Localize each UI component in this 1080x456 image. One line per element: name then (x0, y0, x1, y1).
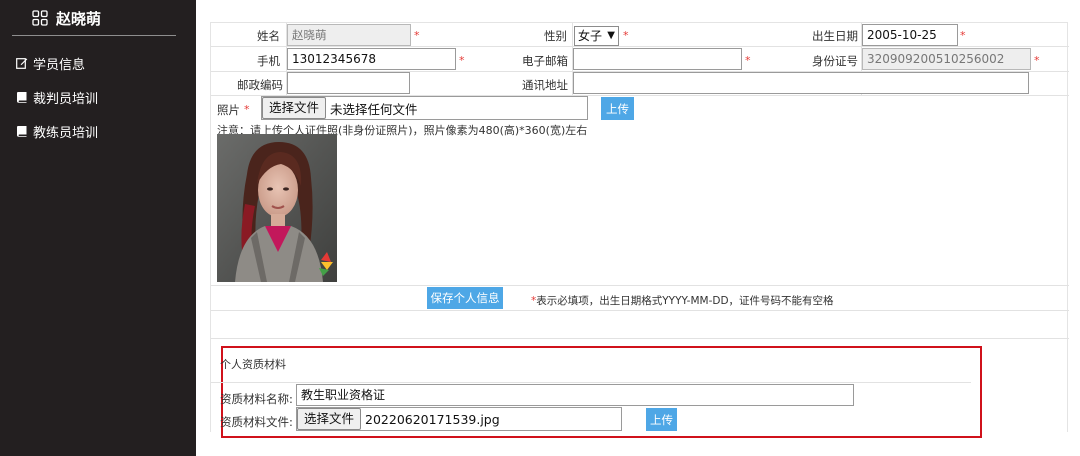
qualification-choose-file-button[interactable]: 选择文件 (297, 408, 362, 430)
qualification-section-title: 个人资质材料 (220, 358, 286, 371)
gender-label: 性别 (544, 29, 567, 43)
sidebar-item-student-info[interactable]: 学员信息 (0, 46, 196, 80)
sidebar-item-label: 裁判员培训 (33, 91, 99, 107)
gender-select[interactable]: 女子 ▼ (574, 26, 619, 46)
profile-photo-image (217, 134, 337, 282)
email-label: 电子邮箱 (522, 54, 568, 68)
required-mark: * (414, 29, 420, 42)
sidebar-item-referee-training[interactable]: 裁判员培训 (0, 80, 196, 114)
required-hint: *表示必填项，出生日期格式YYYY-MM-DD，证件号码不能有空格 (531, 293, 834, 308)
address-label: 通讯地址 (522, 78, 568, 92)
required-mark: * (960, 29, 966, 42)
id-card-label: 身份证号 (812, 54, 858, 68)
qualification-file-label: 资质材料文件: (220, 415, 293, 429)
required-mark: * (1034, 54, 1040, 67)
gender-select-value: 女子 (578, 29, 603, 43)
email-field[interactable] (573, 48, 742, 70)
sidebar: 赵晓萌 学员信息 裁判员培训 教练员培训 (0, 0, 196, 456)
hint-text: 表示必填项，出生日期格式YYYY-MM-DD，证件号码不能有空格 (536, 295, 834, 307)
required-mark: * (745, 54, 751, 67)
required-mark: * (244, 103, 250, 116)
book-icon (17, 126, 27, 137)
id-card-field[interactable]: 320909200510256002 (862, 48, 1031, 70)
photo-label: 照片 (217, 103, 240, 117)
phone-label: 手机 (257, 54, 280, 68)
qualification-highlight-box: 个人资质材料 资质材料名称: 教生职业资格证 资质材料文件: 选择文件 2022… (211, 346, 982, 438)
qualification-file-input[interactable]: 选择文件 20220620171539.jpg (296, 407, 622, 431)
apps-grid-icon (32, 10, 48, 26)
qualification-file-name: 20220620171539.jpg (365, 411, 500, 427)
photo-upload-button[interactable]: 上传 (601, 97, 634, 120)
photo-file-input[interactable]: 选择文件 未选择任何文件 (261, 96, 588, 120)
sidebar-divider (12, 35, 176, 36)
user-name: 赵晓萌 (56, 9, 102, 28)
name-field[interactable]: 赵晓萌 (287, 24, 411, 46)
address-field[interactable] (573, 72, 1029, 94)
required-mark: * (623, 29, 629, 42)
sidebar-item-label: 教练员培训 (33, 125, 99, 141)
main-content: 姓名 赵晓萌 * 性别 女子 ▼ * 出生日期 2005-10-25 * 手机 … (196, 0, 1080, 456)
chevron-down-icon: ▼ (607, 30, 615, 41)
photo-choose-file-button[interactable]: 选择文件 (262, 97, 327, 119)
sidebar-item-coach-training[interactable]: 教练员培训 (0, 114, 196, 148)
required-mark: * (459, 54, 465, 67)
postcode-field[interactable] (287, 72, 410, 94)
profile-photo (217, 134, 337, 282)
postcode-label: 邮政编码 (237, 78, 283, 92)
qualification-name-label: 资质材料名称: (220, 392, 293, 406)
qualification-name-field[interactable]: 教生职业资格证 (296, 384, 854, 406)
qualification-upload-button[interactable]: 上传 (646, 408, 677, 431)
edit-icon (16, 58, 28, 69)
save-profile-button[interactable]: 保存个人信息 (427, 287, 503, 309)
name-label: 姓名 (257, 29, 280, 43)
birth-date-field[interactable]: 2005-10-25 (862, 24, 958, 46)
book-icon (17, 92, 27, 103)
birth-date-label: 出生日期 (812, 29, 858, 43)
sidebar-header: 赵晓萌 (0, 0, 196, 36)
sidebar-item-label: 学员信息 (33, 57, 86, 73)
phone-field[interactable]: 13012345678 (287, 48, 456, 70)
photo-file-name: 未选择任何文件 (330, 101, 418, 117)
